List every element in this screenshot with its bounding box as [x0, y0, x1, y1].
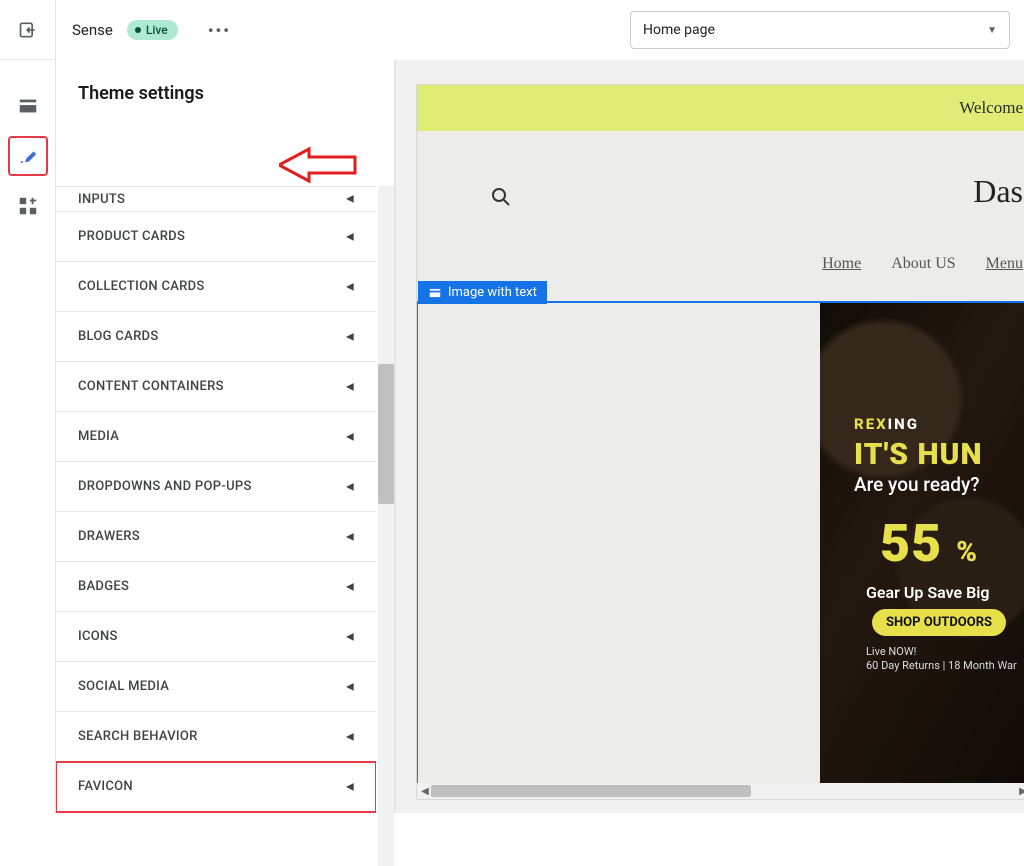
h-scrollbar-thumb[interactable]	[431, 785, 751, 797]
storefront-frame: Welcome Das Home About US Menu Image wit…	[416, 84, 1024, 800]
promo-cta-button: SHOP OUTDOORS	[872, 609, 1006, 636]
settings-panel: Theme settings INPUTS◀ PRODUCT CARDS◀ CO…	[56, 60, 396, 813]
settings-item-collection-cards[interactable]: COLLECTION CARDS◀	[56, 262, 376, 312]
settings-item-search-behavior[interactable]: SEARCH BEHAVIOR◀	[56, 712, 376, 762]
store-logo: Das	[973, 173, 1023, 210]
section-label[interactable]: Image with text	[418, 281, 547, 304]
promo-subhead: Are you ready?	[854, 473, 980, 496]
sections-icon	[17, 95, 39, 117]
collapse-icon: ◀	[346, 631, 354, 642]
theme-settings-tab[interactable]	[8, 136, 48, 176]
nav-menu[interactable]: Menu	[986, 255, 1023, 273]
collapse-icon: ◀	[346, 731, 354, 742]
settings-item-content-containers[interactable]: CONTENT CONTAINERS◀	[56, 362, 376, 412]
promo-discount: 55 %	[880, 513, 978, 574]
theme-name: Sense	[72, 21, 113, 39]
collapse-icon: ◀	[346, 531, 354, 542]
settings-item-inputs[interactable]: INPUTS◀	[56, 186, 376, 212]
settings-item-social-media[interactable]: SOCIAL MEDIA◀	[56, 662, 376, 712]
annotation-arrow-icon	[279, 144, 357, 186]
settings-item-icons[interactable]: ICONS◀	[56, 612, 376, 662]
settings-item-blog-cards[interactable]: BLOG CARDS◀	[56, 312, 376, 362]
add-blocks-icon	[17, 195, 39, 217]
storefront-header: Das Home About US Menu	[417, 131, 1024, 279]
apps-tab[interactable]	[8, 186, 48, 226]
collapse-icon: ◀	[346, 381, 354, 392]
collapse-icon: ◀	[346, 581, 354, 592]
caret-down-icon: ▼	[987, 25, 997, 36]
promo-brand: REXING	[854, 415, 919, 433]
promo-fineprint-2: 60 Day Returns | 18 Month War	[866, 659, 1017, 672]
promo-headline: IT'S HUN	[854, 437, 983, 472]
collapse-icon: ◀	[346, 331, 354, 342]
storefront-nav: Home About US Menu	[417, 255, 1024, 273]
image-with-text-section[interactable]: REXING IT'S HUN Are you ready? 55 % Gear…	[418, 303, 1024, 783]
promo-image: REXING IT'S HUN Are you ready? 55 % Gear…	[820, 303, 1024, 783]
exit-icon	[18, 20, 38, 40]
settings-item-favicon[interactable]: FAVICON◀	[56, 762, 376, 812]
collapse-icon: ◀	[346, 281, 354, 292]
settings-item-badges[interactable]: BADGES◀	[56, 562, 376, 612]
announcement-bar: Welcome	[417, 85, 1024, 131]
nav-about[interactable]: About US	[891, 255, 955, 273]
more-menu[interactable]: •••	[208, 21, 231, 40]
collapse-icon: ◀	[346, 231, 354, 242]
scroll-right-icon[interactable]: ▶	[1015, 783, 1024, 799]
collapse-icon: ◀	[346, 194, 354, 205]
search-icon[interactable]	[489, 185, 513, 213]
promo-fineprint-1: Live NOW!	[866, 645, 916, 658]
collapse-icon: ◀	[346, 431, 354, 442]
sections-tab[interactable]	[8, 86, 48, 126]
panel-scrollbar[interactable]	[378, 186, 394, 866]
settings-item-product-cards[interactable]: PRODUCT CARDS◀	[56, 212, 376, 262]
settings-item-drawers[interactable]: DRAWERS◀	[56, 512, 376, 562]
settings-item-dropdowns-popups[interactable]: DROPDOWNS AND POP-UPS◀	[56, 462, 376, 512]
paintbrush-icon	[17, 145, 39, 167]
collapse-icon: ◀	[346, 781, 354, 792]
preview-h-scrollbar[interactable]: ◀ ▶	[417, 783, 1024, 799]
section-icon	[428, 286, 442, 300]
left-rail	[0, 60, 56, 813]
panel-title: Theme settings	[78, 83, 204, 104]
live-badge: Live	[127, 20, 178, 40]
settings-item-media[interactable]: MEDIA◀	[56, 412, 376, 462]
panel-scrollbar-thumb[interactable]	[378, 364, 394, 504]
settings-list: INPUTS◀ PRODUCT CARDS◀ COLLECTION CARDS◀…	[56, 186, 376, 813]
collapse-icon: ◀	[346, 481, 354, 492]
preview-canvas: Welcome Das Home About US Menu Image wit…	[396, 60, 1024, 813]
page-select-value: Home page	[643, 22, 715, 38]
exit-button[interactable]	[0, 0, 56, 60]
page-select[interactable]: Home page ▼	[630, 11, 1010, 49]
promo-tagline: Gear Up Save Big	[866, 583, 989, 602]
nav-home[interactable]: Home	[822, 255, 861, 273]
collapse-icon: ◀	[346, 681, 354, 692]
